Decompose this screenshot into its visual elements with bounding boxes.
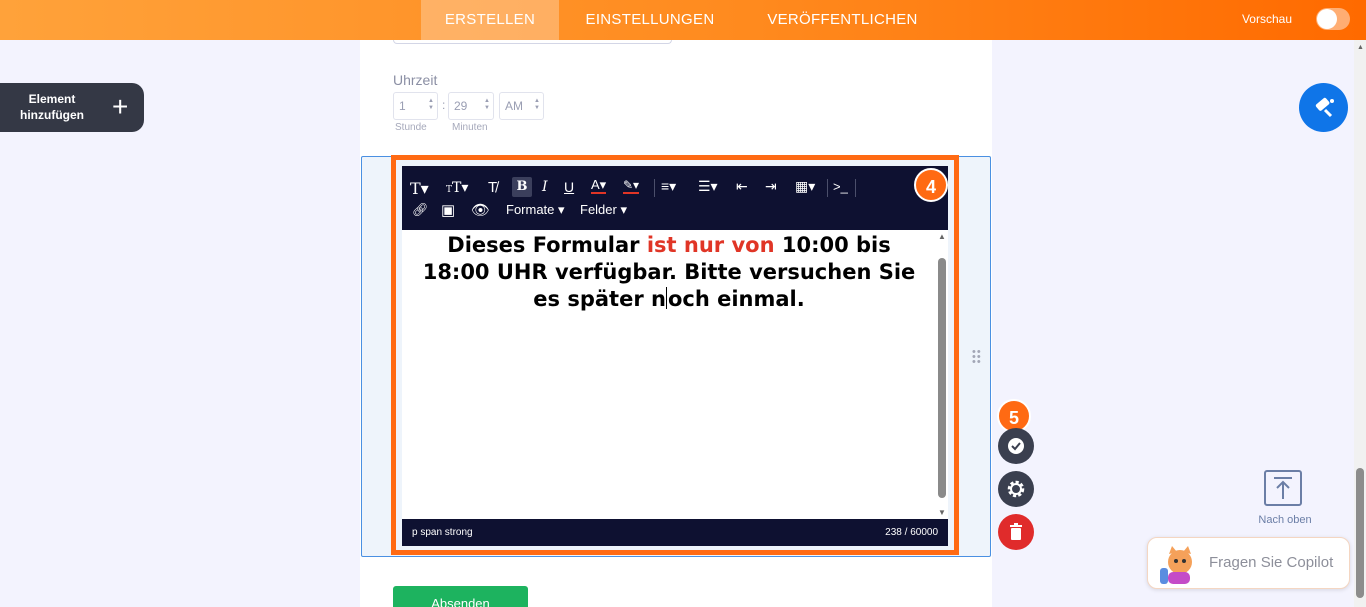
minute-stepper[interactable]: 29 ▲ ▼	[448, 92, 494, 120]
form-designer-button[interactable]	[1299, 83, 1348, 132]
back-to-top-button[interactable]	[1264, 470, 1302, 506]
minute-value: 29	[454, 99, 468, 113]
time-separator: :	[442, 98, 446, 112]
delete-field-button[interactable]	[998, 514, 1034, 550]
ask-copilot-button[interactable]: Fragen Sie Copilot	[1147, 537, 1350, 589]
copilot-label: Fragen Sie Copilot	[1209, 554, 1334, 571]
preview-toggle[interactable]	[1316, 8, 1350, 30]
previous-field-input[interactable]	[393, 40, 672, 44]
back-to-top-label: Nach oben	[1258, 514, 1312, 526]
step-highlight-frame	[391, 155, 959, 555]
drag-handle-icon[interactable]: •• •• ••	[972, 347, 982, 368]
arrow-up-icon	[1274, 477, 1292, 499]
ampm-stepper[interactable]: AM ▲ ▼	[499, 92, 544, 120]
tab-erstellen[interactable]: ERSTELLEN	[421, 0, 559, 40]
top-navigation-bar: ERSTELLEN EINSTELLUNGEN VERÖFFENTLICHEN …	[0, 0, 1366, 40]
submit-button[interactable]: Absenden	[393, 586, 528, 607]
toggle-knob	[1317, 9, 1337, 29]
spinner-arrows-icon[interactable]: ▲ ▼	[484, 98, 490, 112]
trash-icon	[1010, 523, 1022, 540]
paint-roller-icon	[1315, 97, 1334, 118]
check-circle-icon	[1008, 438, 1024, 454]
page-scrollbar[interactable]: ▲	[1354, 40, 1366, 607]
gear-icon	[1007, 480, 1025, 498]
hour-stepper[interactable]: 1 ▲ ▼	[393, 92, 438, 120]
spinner-arrows-icon[interactable]: ▲ ▼	[428, 98, 434, 112]
spinner-arrows-icon[interactable]: ▲ ▼	[534, 98, 540, 112]
add-element-button[interactable]: Element hinzufügen +	[0, 83, 144, 132]
page-scroll-thumb[interactable]	[1356, 468, 1364, 598]
tab-einstellungen[interactable]: EINSTELLUNGEN	[565, 0, 735, 40]
add-element-label: Element hinzufügen	[20, 92, 84, 122]
tab-veroeffentlichen[interactable]: VERÖFFENTLICHEN	[745, 0, 940, 40]
preview-label: Vorschau	[1241, 12, 1292, 26]
copilot-mascot-icon	[1160, 546, 1192, 584]
time-field-label: Uhrzeit	[393, 72, 438, 88]
confirm-button[interactable]	[998, 428, 1034, 464]
ampm-value: AM	[505, 99, 523, 113]
scroll-up-icon[interactable]: ▲	[1357, 44, 1364, 51]
hour-sublabel: Stunde	[395, 122, 427, 133]
step-badge-4: 4	[914, 168, 948, 202]
hour-value: 1	[399, 99, 406, 113]
plus-icon: +	[112, 91, 129, 122]
minute-sublabel: Minuten	[452, 122, 488, 133]
field-settings-button[interactable]	[998, 471, 1034, 507]
